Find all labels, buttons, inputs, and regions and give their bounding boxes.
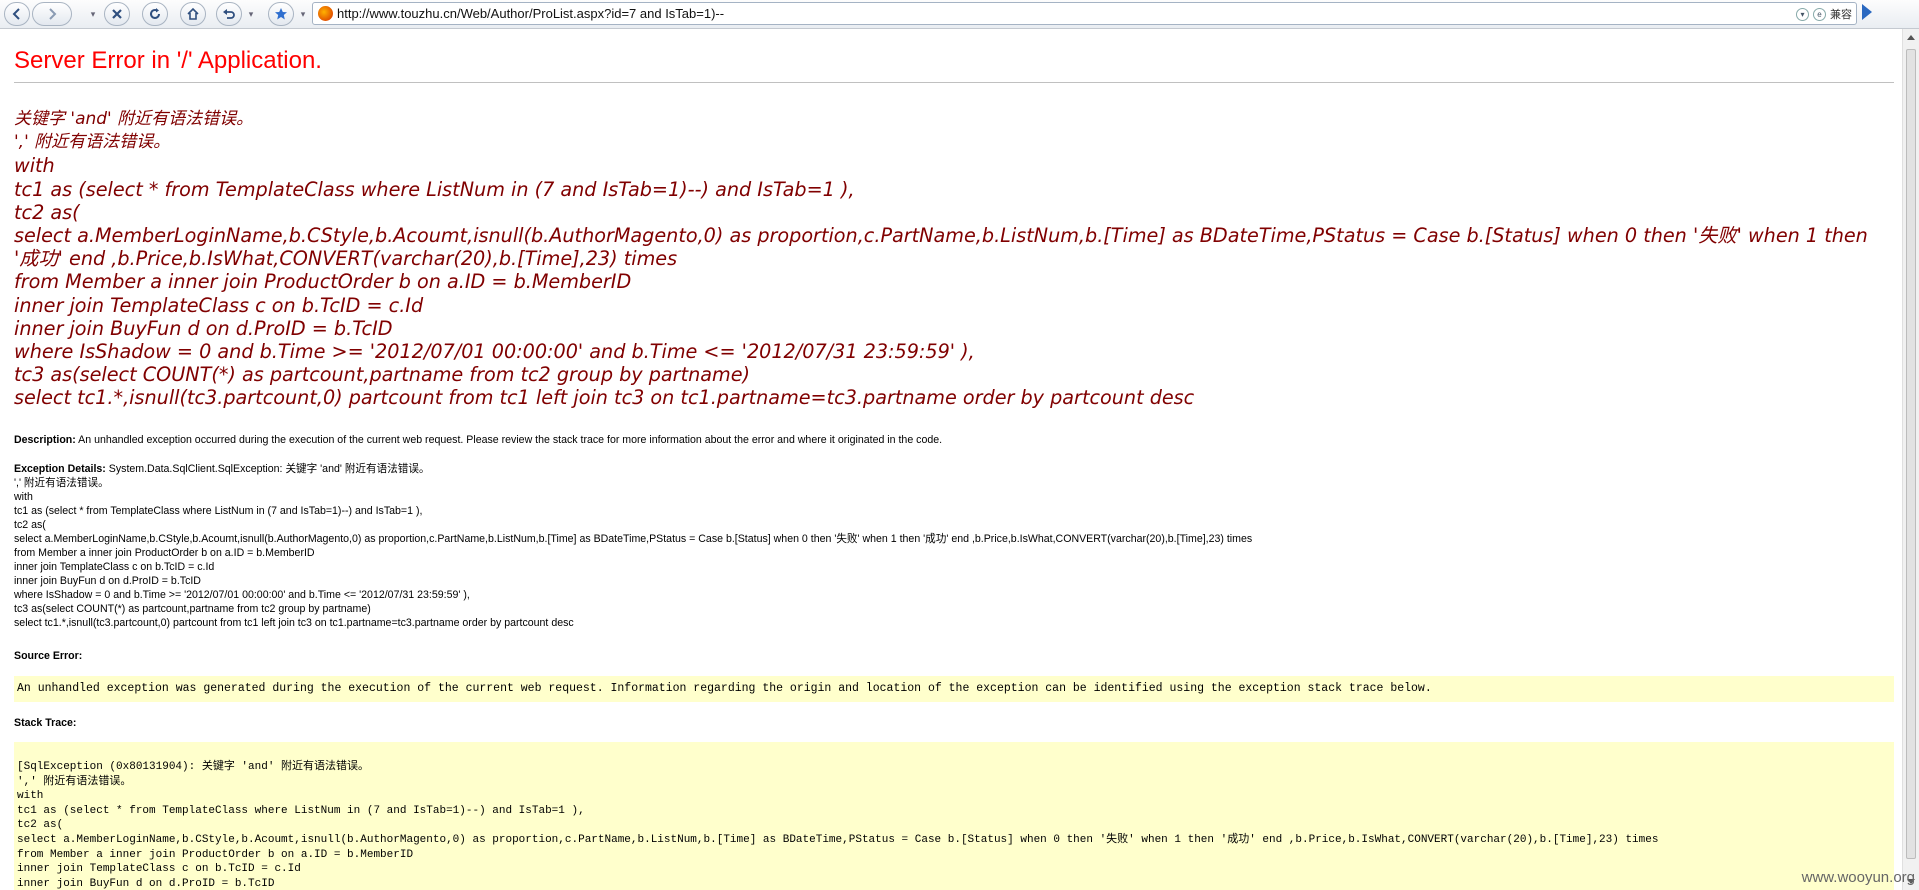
source-error-text: An unhandled exception was generated dur… [17,682,1432,695]
favorite-icon [275,8,287,20]
stack-line: with [17,790,44,803]
stop-icon [112,9,122,19]
refresh-icon [150,8,160,19]
error-line: inner join BuyFun d on d.ProID = b.TcID [14,316,393,340]
error-line: from Member a inner join ProductOrder b … [14,270,632,294]
favorite-button[interactable] [268,2,294,26]
browser-toolbar: ▾ ▾ ▾ http://www.touzhu.cn/Web/Author/Pr… [0,0,1919,29]
home-icon [187,7,199,20]
error-line: where IsShadow = 0 and b.Time >= '2012/0… [14,340,975,364]
exception-line: inner join TemplateClass c on b.TcID = c… [14,561,215,573]
exception-line: ',' 附近有语法错误。 [14,477,109,489]
exception-line: with [14,491,33,503]
stack-line: tc2 as( [17,819,64,832]
stop-button[interactable] [104,2,130,26]
exception-details: Exception Details: System.Data.SqlClient… [14,462,1252,630]
scroll-up-icon[interactable] [1907,35,1915,40]
vertical-scrollbar[interactable] [1902,29,1919,890]
exception-first-line: System.Data.SqlClient.SqlException: 关键字 … [108,463,430,475]
url-text[interactable]: http://www.touzhu.cn/Web/Author/ProList.… [337,6,724,21]
undo-dropdown-icon[interactable]: ▾ [246,2,256,26]
forward-button[interactable] [32,2,72,26]
stack-line: select a.MemberLoginName,b.CStyle,b.Acou… [17,833,1659,846]
description-text: An unhandled exception occurred during t… [78,434,943,446]
refresh-button[interactable] [142,2,168,26]
exception-line: select a.MemberLoginName,b.CStyle,b.Acou… [14,533,1253,545]
address-bar[interactable]: http://www.touzhu.cn/Web/Author/ProList.… [312,2,1857,25]
address-bar-tools: ▾ e 兼容 [1796,5,1852,23]
undo-icon [223,9,235,19]
forward-icon [49,8,57,20]
ie-compat-icon[interactable]: e [1813,7,1826,21]
description-label: Description: [14,434,76,446]
exception-line: inner join BuyFun d on d.ProID = b.TcID [14,575,201,587]
exception-line: tc2 as( [14,519,46,531]
error-message: 关键字 'and' 附近有语法错误。 ',' 附近有语法错误。 with tc1… [14,108,1894,410]
home-button[interactable] [180,2,206,26]
stack-line: inner join TemplateClass c on b.TcID = c… [17,863,301,876]
exception-line: tc1 as (select * from TemplateClass wher… [14,505,423,517]
watermark: www.wooyun.org [1801,869,1915,886]
description: Description: An unhandled exception occu… [14,434,942,446]
stack-trace-label: Stack Trace: [14,717,77,729]
stack-line: from Member a inner join ProductOrder b … [17,848,414,861]
exception-line: from Member a inner join ProductOrder b … [14,547,315,559]
favorite-dropdown-icon[interactable]: ▾ [298,2,308,26]
stack-line: ',' 附近有语法错误。 [17,775,132,788]
error-line: inner join TemplateClass c on b.TcID = c… [14,293,424,317]
site-favicon-icon [318,6,333,21]
error-line: 关键字 'and' 附近有语法错误。 [14,109,254,129]
go-icon[interactable] [1862,4,1872,20]
stack-line: inner join BuyFun d on d.ProID = b.TcID [17,877,275,890]
exception-line: tc3 as(select COUNT(*) as partcount,part… [14,603,371,615]
exception-line: where IsShadow = 0 and b.Time >= '2012/0… [14,589,470,601]
dropdown-circle-icon[interactable]: ▾ [1796,7,1809,21]
title-divider [14,82,1894,83]
history-dropdown-icon[interactable]: ▾ [88,2,98,26]
error-line: with [14,154,55,178]
stack-trace-text: [SqlException (0x80131904): 关键字 'and' 附近… [17,760,1658,890]
stack-line: [SqlException (0x80131904): 关键字 'and' 附近… [17,761,370,773]
source-error-box: An unhandled exception was generated dur… [14,676,1894,702]
page-viewport: Server Error in '/' Application. 关键字 'an… [0,29,1902,890]
error-line: tc1 as (select * from TemplateClass wher… [14,177,855,201]
undo-button[interactable] [216,2,242,26]
exception-line: select tc1.*,isnull(tc3.partcount,0) par… [14,617,574,629]
stack-line: tc1 as (select * from TemplateClass wher… [17,804,585,817]
page-title: Server Error in '/' Application. [14,47,322,74]
source-error-label: Source Error: [14,650,83,662]
back-button[interactable] [4,2,30,26]
stack-trace-box: [SqlException (0x80131904): 关键字 'and' 附近… [14,742,1894,890]
compat-mode-label[interactable]: 兼容 [1830,6,1852,22]
error-line: select tc1.*,isnull(tc3.partcount,0) par… [14,386,1195,410]
error-line: tc3 as(select COUNT(*) as partcount,part… [14,363,750,387]
back-icon [12,8,20,20]
error-line: ',' 附近有语法错误。 [14,132,171,153]
exception-label: Exception Details: [14,463,106,475]
error-line: select a.MemberLoginName,b.CStyle,b.Acou… [14,224,1868,271]
error-line: tc2 as( [14,200,80,224]
scrollbar-thumb[interactable] [1906,49,1916,859]
